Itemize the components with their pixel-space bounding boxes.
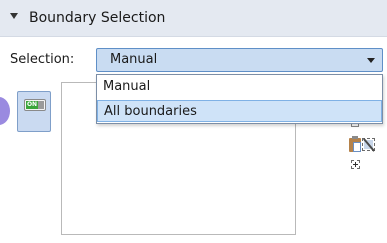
chevron-down-icon[interactable] bbox=[10, 13, 18, 19]
dropdown-option-manual[interactable]: Manual bbox=[97, 76, 382, 98]
selection-indicator-icon bbox=[0, 97, 10, 125]
section-title: Boundary Selection bbox=[29, 10, 166, 26]
selection-current-value: Manual bbox=[110, 52, 158, 67]
selection-label: Selection: bbox=[10, 52, 75, 67]
zoom-to-selection-icon[interactable] bbox=[349, 158, 362, 171]
clipboard-clip-shape bbox=[352, 136, 358, 139]
boundary-selection-panel: Boundary Selection Selection: Manual Man… bbox=[0, 0, 387, 243]
dropdown-option-all-boundaries[interactable]: All boundaries bbox=[97, 100, 382, 122]
toggle-on-text: ON bbox=[26, 101, 38, 109]
dropdown-arrow-icon[interactable] bbox=[367, 58, 375, 63]
selection-dropdown[interactable]: Manual bbox=[96, 48, 383, 72]
activate-selection-button[interactable]: ON bbox=[17, 91, 51, 132]
toggle-on-icon: ON bbox=[24, 99, 46, 111]
selection-dropdown-list: Manual All boundaries bbox=[96, 74, 383, 124]
section-header[interactable]: Boundary Selection bbox=[0, 0, 387, 37]
toggle-knob bbox=[38, 101, 44, 109]
deselect-all-icon[interactable] bbox=[360, 136, 377, 153]
zoom-plus-vertical bbox=[355, 162, 356, 167]
